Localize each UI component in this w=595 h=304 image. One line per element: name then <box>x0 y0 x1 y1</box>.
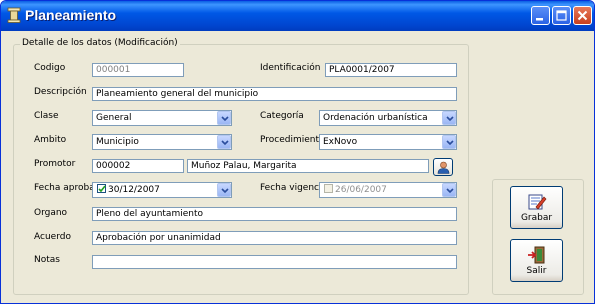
organo-field[interactable]: Pleno del ayuntamiento <box>92 207 457 221</box>
close-button[interactable] <box>573 6 592 25</box>
identificacion-label: Identificación <box>260 63 321 73</box>
salir-button[interactable]: Salir <box>510 239 563 282</box>
checkmark-icon <box>98 185 106 193</box>
clase-select[interactable]: General <box>92 110 232 126</box>
fecha-vigencia-label: Fecha vigencia <box>260 183 327 193</box>
procedimiento-dropdown-button[interactable] <box>442 135 456 149</box>
chevron-down-icon <box>221 140 229 146</box>
grabar-label: Grabar <box>520 213 553 223</box>
organo-label: Organo <box>34 208 68 218</box>
chevron-down-icon <box>446 116 454 122</box>
fecha-aprobacion-dropdown-button[interactable] <box>217 183 231 197</box>
clase-label: Clase <box>34 111 59 121</box>
acuerdo-field[interactable]: Aprobación por unanimidad <box>92 231 457 245</box>
chevron-down-icon <box>446 188 454 194</box>
chevron-down-icon <box>221 188 229 194</box>
categoria-label: Categoría <box>260 111 304 121</box>
grabar-button[interactable]: Grabar <box>510 186 563 229</box>
clase-dropdown-button[interactable] <box>217 111 231 125</box>
maximize-icon <box>556 10 567 21</box>
maximize-button[interactable] <box>552 6 571 25</box>
ambito-label: Ambito <box>34 135 67 145</box>
codigo-field[interactable]: 000001 <box>92 63 184 77</box>
fecha-vigencia-dropdown-button[interactable] <box>442 183 456 197</box>
categoria-dropdown-button[interactable] <box>442 111 456 125</box>
chevron-down-icon <box>446 140 454 146</box>
categoria-value: Ordenación urbanística <box>323 113 428 123</box>
acuerdo-label: Acuerdo <box>34 232 71 242</box>
procedimiento-label: Procedimiento <box>260 135 325 145</box>
procedimiento-select[interactable]: ExNovo <box>319 134 457 150</box>
procedimiento-value: ExNovo <box>323 137 358 147</box>
notas-field[interactable] <box>92 255 457 269</box>
exit-door-icon <box>528 246 545 264</box>
window-title: Planeamiento <box>25 7 117 23</box>
ambito-dropdown-button[interactable] <box>217 135 231 149</box>
identificacion-field[interactable]: PLA0001/2007 <box>325 63 457 77</box>
fecha-aprobacion-checkbox[interactable] <box>97 184 106 193</box>
codigo-label: Codigo <box>34 63 66 73</box>
clase-value: General <box>96 113 132 123</box>
fecha-aprobacion-picker[interactable]: 30/12/2007 <box>92 182 232 198</box>
fecha-vigencia-checkbox[interactable] <box>324 184 333 193</box>
chevron-down-icon <box>221 116 229 122</box>
salir-label: Salir <box>526 266 547 276</box>
promotor-lookup-button[interactable] <box>433 158 453 176</box>
promotor-name-field[interactable]: Muñoz Palau, Margarita <box>187 159 429 173</box>
ambito-value: Municipio <box>96 137 139 147</box>
planeamiento-window: Planeamiento Detalle de los datos (Modif… <box>0 0 595 304</box>
column-icon <box>7 7 21 23</box>
groupbox-legend: Detalle de los datos (Modificación) <box>20 38 180 48</box>
categoria-select[interactable]: Ordenación urbanística <box>319 110 457 126</box>
descripcion-label: Descripción <box>34 87 87 97</box>
fecha-vigencia-value: 26/06/2007 <box>335 185 387 195</box>
promotor-code-field[interactable]: 000002 <box>92 159 184 173</box>
title-bar[interactable]: Planeamiento <box>1 1 594 31</box>
promotor-label: Promotor <box>34 159 76 169</box>
minimize-button[interactable] <box>531 6 550 25</box>
fecha-aprobacion-value: 30/12/2007 <box>108 185 160 195</box>
ambito-select[interactable]: Municipio <box>92 134 232 150</box>
minimize-icon <box>536 18 543 21</box>
close-icon <box>577 10 588 21</box>
descripcion-field[interactable]: Planeamiento general del municipio <box>92 87 457 101</box>
notas-label: Notas <box>34 255 60 265</box>
person-lookup-icon <box>437 161 450 174</box>
fecha-vigencia-picker[interactable]: 26/06/2007 <box>319 182 457 198</box>
save-edit-icon <box>528 194 547 210</box>
